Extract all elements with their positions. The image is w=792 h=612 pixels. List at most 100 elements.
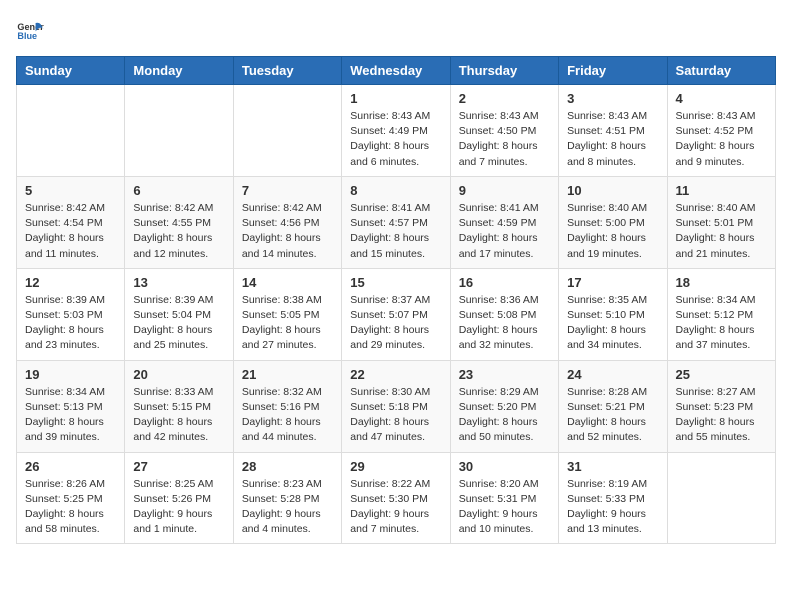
- day-info: Sunrise: 8:40 AMSunset: 5:00 PMDaylight:…: [567, 201, 658, 262]
- day-number: 28: [242, 459, 333, 474]
- day-cell: 12Sunrise: 8:39 AMSunset: 5:03 PMDayligh…: [17, 268, 125, 360]
- day-cell: 6 Sunrise: 8:42 AMSunset: 4:55 PMDaylight…: [125, 176, 233, 268]
- day-info: Sunrise: 8:29 AMSunset: 5:20 PMDaylight:…: [459, 385, 550, 446]
- day-number: 31: [567, 459, 658, 474]
- logo: General Blue: [16, 16, 44, 44]
- day-info: Sunrise: 8:26 AMSunset: 5:25 PMDaylight:…: [25, 477, 116, 538]
- day-info: Sunrise: 8:33 AMSunset: 5:15 PMDaylight:…: [133, 385, 224, 446]
- day-number: 6: [133, 183, 224, 198]
- day-cell: 16 Sunrise: 8:36 AMSunset: 5:08 PMDayligh…: [450, 268, 558, 360]
- day-cell: 11 Sunrise: 8:40 AMSunset: 5:01 PMDayligh…: [667, 176, 775, 268]
- day-cell: 27Sunrise: 8:25 AMSunset: 5:26 PMDayligh…: [125, 452, 233, 544]
- day-cell: [233, 85, 341, 177]
- day-cell: [125, 85, 233, 177]
- svg-text:Blue: Blue: [17, 31, 37, 41]
- day-info: Sunrise: 8:28 AMSunset: 5:21 PMDaylight:…: [567, 385, 658, 446]
- day-info: Sunrise: 8:41 AMSunset: 4:59 PMDaylight:…: [459, 201, 550, 262]
- day-number: 22: [350, 367, 441, 382]
- day-cell: 10 Sunrise: 8:40 AMSunset: 5:00 PMDayligh…: [559, 176, 667, 268]
- day-cell: 20Sunrise: 8:33 AMSunset: 5:15 PMDayligh…: [125, 360, 233, 452]
- day-info: Sunrise: 8:42 AMSunset: 4:55 PMDaylight:…: [133, 201, 224, 262]
- calendar-header-row: SundayMondayTuesdayWednesdayThursdayFrid…: [17, 57, 776, 85]
- day-number: 7: [242, 183, 333, 198]
- day-number: 10: [567, 183, 658, 198]
- day-number: 30: [459, 459, 550, 474]
- day-cell: [667, 452, 775, 544]
- day-info: Sunrise: 8:43 AMSunset: 4:52 PMDaylight:…: [676, 109, 767, 170]
- week-row-4: 19 Sunrise: 8:34 AMSunset: 5:13 PMDayligh…: [17, 360, 776, 452]
- day-info: Sunrise: 8:39 AMSunset: 5:03 PMDaylight:…: [25, 293, 116, 354]
- day-cell: 23 Sunrise: 8:29 AMSunset: 5:20 PMDayligh…: [450, 360, 558, 452]
- header-wednesday: Wednesday: [342, 57, 450, 85]
- day-cell: 28Sunrise: 8:23 AMSunset: 5:28 PMDayligh…: [233, 452, 341, 544]
- page-header: General Blue: [16, 16, 776, 44]
- week-row-2: 5Sunrise: 8:42 AMSunset: 4:54 PMDaylight…: [17, 176, 776, 268]
- day-info: Sunrise: 8:25 AMSunset: 5:26 PMDaylight:…: [133, 477, 224, 538]
- day-info: Sunrise: 8:20 AMSunset: 5:31 PMDaylight:…: [459, 477, 550, 538]
- day-cell: 17 Sunrise: 8:35 AMSunset: 5:10 PMDayligh…: [559, 268, 667, 360]
- day-info: Sunrise: 8:42 AMSunset: 4:54 PMDaylight:…: [25, 201, 116, 262]
- day-number: 16: [459, 275, 550, 290]
- day-number: 18: [676, 275, 767, 290]
- day-cell: 8Sunrise: 8:41 AMSunset: 4:57 PMDaylight…: [342, 176, 450, 268]
- day-number: 1: [350, 91, 441, 106]
- day-number: 14: [242, 275, 333, 290]
- day-number: 9: [459, 183, 550, 198]
- day-cell: 13 Sunrise: 8:39 AMSunset: 5:04 PMDayligh…: [125, 268, 233, 360]
- header-friday: Friday: [559, 57, 667, 85]
- day-number: 21: [242, 367, 333, 382]
- logo-icon: General Blue: [16, 16, 44, 44]
- day-cell: 1 Sunrise: 8:43 AMSunset: 4:49 PMDaylight…: [342, 85, 450, 177]
- day-info: Sunrise: 8:39 AMSunset: 5:04 PMDaylight:…: [133, 293, 224, 354]
- day-number: 8: [350, 183, 441, 198]
- day-info: Sunrise: 8:42 AMSunset: 4:56 PMDaylight:…: [242, 201, 333, 262]
- day-info: Sunrise: 8:36 AMSunset: 5:08 PMDaylight:…: [459, 293, 550, 354]
- day-number: 29: [350, 459, 441, 474]
- day-cell: 30 Sunrise: 8:20 AMSunset: 5:31 PMDayligh…: [450, 452, 558, 544]
- day-info: Sunrise: 8:32 AMSunset: 5:16 PMDaylight:…: [242, 385, 333, 446]
- header-saturday: Saturday: [667, 57, 775, 85]
- day-cell: 15 Sunrise: 8:37 AMSunset: 5:07 PMDayligh…: [342, 268, 450, 360]
- day-info: Sunrise: 8:43 AMSunset: 4:51 PMDaylight:…: [567, 109, 658, 170]
- day-cell: 19 Sunrise: 8:34 AMSunset: 5:13 PMDayligh…: [17, 360, 125, 452]
- day-number: 4: [676, 91, 767, 106]
- day-info: Sunrise: 8:43 AMSunset: 4:50 PMDaylight:…: [459, 109, 550, 170]
- week-row-3: 12Sunrise: 8:39 AMSunset: 5:03 PMDayligh…: [17, 268, 776, 360]
- day-info: Sunrise: 8:40 AMSunset: 5:01 PMDaylight:…: [676, 201, 767, 262]
- header-sunday: Sunday: [17, 57, 125, 85]
- day-number: 3: [567, 91, 658, 106]
- day-number: 13: [133, 275, 224, 290]
- header-thursday: Thursday: [450, 57, 558, 85]
- day-info: Sunrise: 8:34 AMSunset: 5:13 PMDaylight:…: [25, 385, 116, 446]
- day-info: Sunrise: 8:30 AMSunset: 5:18 PMDaylight:…: [350, 385, 441, 446]
- day-cell: 9 Sunrise: 8:41 AMSunset: 4:59 PMDaylight…: [450, 176, 558, 268]
- day-cell: 2 Sunrise: 8:43 AMSunset: 4:50 PMDaylight…: [450, 85, 558, 177]
- day-cell: 4 Sunrise: 8:43 AMSunset: 4:52 PMDaylight…: [667, 85, 775, 177]
- day-number: 17: [567, 275, 658, 290]
- header-monday: Monday: [125, 57, 233, 85]
- calendar-table: SundayMondayTuesdayWednesdayThursdayFrid…: [16, 56, 776, 544]
- day-info: Sunrise: 8:43 AMSunset: 4:49 PMDaylight:…: [350, 109, 441, 170]
- day-info: Sunrise: 8:19 AMSunset: 5:33 PMDaylight:…: [567, 477, 658, 538]
- day-number: 24: [567, 367, 658, 382]
- day-cell: [17, 85, 125, 177]
- day-number: 15: [350, 275, 441, 290]
- day-cell: 22 Sunrise: 8:30 AMSunset: 5:18 PMDayligh…: [342, 360, 450, 452]
- day-number: 11: [676, 183, 767, 198]
- day-cell: 25Sunrise: 8:27 AMSunset: 5:23 PMDayligh…: [667, 360, 775, 452]
- day-number: 19: [25, 367, 116, 382]
- day-info: Sunrise: 8:34 AMSunset: 5:12 PMDaylight:…: [676, 293, 767, 354]
- day-cell: 7 Sunrise: 8:42 AMSunset: 4:56 PMDaylight…: [233, 176, 341, 268]
- day-number: 23: [459, 367, 550, 382]
- day-cell: 31 Sunrise: 8:19 AMSunset: 5:33 PMDayligh…: [559, 452, 667, 544]
- day-cell: 29Sunrise: 8:22 AMSunset: 5:30 PMDayligh…: [342, 452, 450, 544]
- day-info: Sunrise: 8:27 AMSunset: 5:23 PMDaylight:…: [676, 385, 767, 446]
- day-info: Sunrise: 8:37 AMSunset: 5:07 PMDaylight:…: [350, 293, 441, 354]
- day-cell: 24 Sunrise: 8:28 AMSunset: 5:21 PMDayligh…: [559, 360, 667, 452]
- day-number: 26: [25, 459, 116, 474]
- day-number: 2: [459, 91, 550, 106]
- day-cell: 14Sunrise: 8:38 AMSunset: 5:05 PMDayligh…: [233, 268, 341, 360]
- day-info: Sunrise: 8:35 AMSunset: 5:10 PMDaylight:…: [567, 293, 658, 354]
- header-tuesday: Tuesday: [233, 57, 341, 85]
- day-cell: 5Sunrise: 8:42 AMSunset: 4:54 PMDaylight…: [17, 176, 125, 268]
